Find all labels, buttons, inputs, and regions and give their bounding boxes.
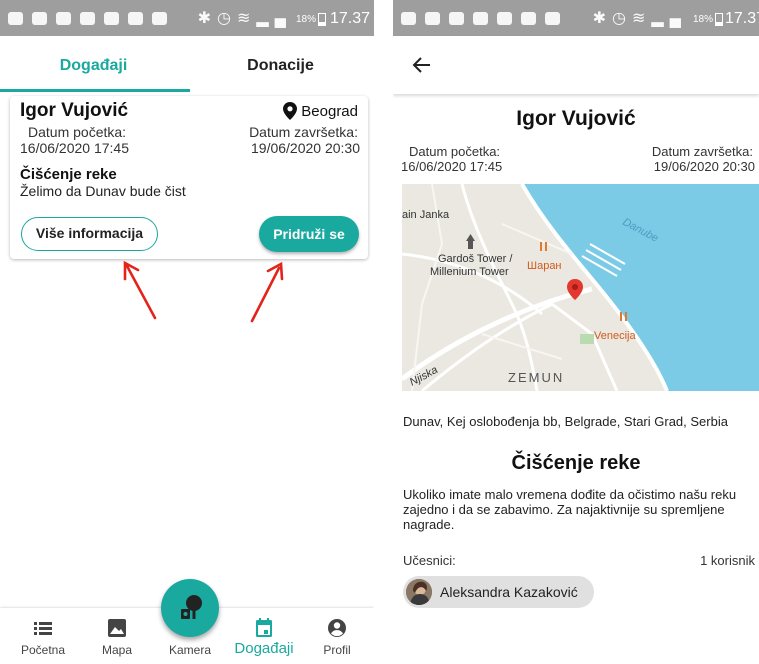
news-notification-icon [449,12,464,25]
svg-text:Шаран: Шаран [527,260,562,272]
battery-icon [318,13,326,26]
event-map[interactable]: ain Janka Gardoš Tower / Millenium Tower… [402,184,759,391]
nav-map[interactable]: Mapa [80,608,154,664]
video-notification-icon [80,12,95,25]
start-date-label: Datum početka: [409,144,501,159]
chat-notification-icon [8,12,23,25]
notification-icons [401,12,560,25]
battery-percent: 18% [295,14,316,25]
arrow-to-more-info-icon [123,260,157,320]
account-icon [328,619,346,637]
video-notification-icon [545,12,560,25]
battery-percent: 18% [692,14,713,25]
end-date-value: 19/06/2020 20:30 [653,159,755,174]
event-title: Čišćenje reke [511,452,641,474]
end-date-label: Datum završetka: [249,124,358,140]
tab-bar: Događaji Donacije [0,36,374,92]
list-icon [34,622,52,635]
event-card[interactable]: Igor Vujović Beograd Datum početka: 16/0… [10,96,368,259]
event-title: Čišćenje reke [20,166,117,183]
event-description: Ukoliko imate malo vremena dođite da oči… [403,487,737,532]
tab-indicator [0,89,190,92]
nav-profile[interactable]: Profil [300,608,374,664]
start-date-value: 16/06/2020 17:45 [20,140,129,156]
join-button[interactable]: Pridruži se [259,216,359,252]
video-notification-icon [152,12,167,25]
svg-text:Venecija: Venecija [594,330,636,342]
gallery-notification-icon [425,12,440,25]
status-clock: 17.37 [724,10,759,27]
tab-donations[interactable]: Donacije [187,36,374,92]
video-notification-icon [128,12,143,25]
video-notification-icon [104,12,119,25]
nav-home-label: Početna [20,643,66,657]
events-list-screen: ✱◷≋▂▄ 18% 17.37 Događaji Donacije Igor V… [0,0,374,664]
end-date-value: 19/06/2020 20:30 [251,140,360,156]
map-canvas: ain Janka Gardoš Tower / Millenium Tower… [402,184,759,391]
svg-text:ain Janka: ain Janka [402,209,450,221]
system-icons: ✱◷≋▂▄ [197,10,292,27]
nav-events-label: Događaji [234,640,294,657]
end-date-label: Datum završetka: [651,144,753,159]
nav-camera-label: Kamera [168,643,212,657]
nav-home[interactable]: Početna [6,608,80,664]
arrow-to-join-icon [250,261,284,323]
avatar [406,579,432,605]
gallery-notification-icon [32,12,47,25]
video-notification-icon [521,12,536,25]
chat-notification-icon [401,12,416,25]
svg-text:Millenium Tower: Millenium Tower [430,266,509,278]
nav-map-label: Mapa [101,643,133,657]
nav-profile-label: Profil [323,643,351,657]
calendar-icon [256,618,272,637]
image-icon [108,619,126,637]
start-date-label: Datum početka: [28,124,127,140]
video-notification-icon [473,12,488,25]
location-pin-icon [283,102,298,120]
start-date-value: 16/06/2020 17:45 [401,159,503,174]
back-arrow-icon[interactable] [411,54,433,76]
event-location: Beograd [283,102,358,120]
event-detail-screen: ✱◷≋▂▄ 18% 17.37 Igor Vujović Datum počet… [393,0,759,664]
app-bar [393,36,759,94]
status-bar: ✱◷≋▂▄ 18% 17.37 [393,0,759,36]
camera-fab[interactable] [161,579,219,637]
system-icons: ✱◷≋▂▄ [592,10,687,27]
city-name: Beograd [301,102,358,120]
svg-text:ZEMUN: ZEMUN [508,370,564,385]
participants-count: 1 korisnik [700,553,755,568]
camera-plant-icon [181,595,202,619]
nav-events[interactable]: Događaji [227,608,301,664]
organizer-name: Igor Vujović [516,107,636,130]
more-info-button[interactable]: Više informacija [21,217,158,251]
battery-icon [715,13,723,26]
notification-icons [8,12,167,25]
event-description: Želimo da Dunav bude čist [20,183,186,199]
event-address: Dunav, Kej oslobođenja bb, Belgrade, Sta… [403,414,728,429]
svg-text:Gardoš Tower /: Gardoš Tower / [438,253,513,265]
news-notification-icon [56,12,71,25]
status-clock: 17.37 [329,10,370,27]
video-notification-icon [497,12,512,25]
organizer-name: Igor Vujović [20,100,129,121]
participants-label: Učesnici: [403,553,456,568]
participant-chip[interactable]: Aleksandra Kazaković [403,576,594,608]
status-bar: ✱◷≋▂▄ 18% 17.37 [0,0,374,36]
tab-events[interactable]: Događaji [0,36,187,92]
participant-name: Aleksandra Kazaković [440,584,578,600]
